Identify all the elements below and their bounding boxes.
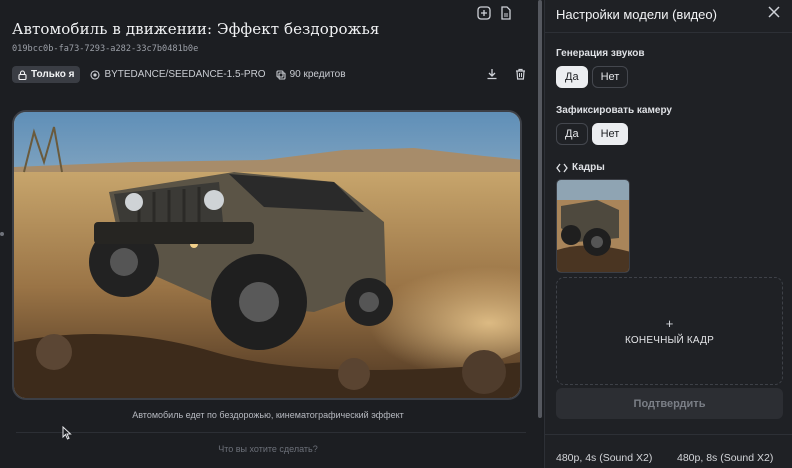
mouse-cursor-icon bbox=[62, 425, 72, 440]
fix-camera-label: Зафиксировать камеру bbox=[556, 105, 672, 116]
panel-header-divider bbox=[545, 32, 792, 33]
model-info: BYTEDANCE/SEEDANCE-1.5-PRO bbox=[90, 69, 266, 80]
trash-icon[interactable] bbox=[512, 66, 528, 82]
confirm-button[interactable]: Подтвердить bbox=[556, 388, 783, 419]
credits-icon bbox=[276, 69, 286, 80]
option-480p-4s[interactable]: 480p, 4s (Sound X2) bbox=[556, 452, 652, 464]
image-caption: Автомобиль едет по бездорожью, кинематог… bbox=[132, 410, 404, 420]
end-frame-label: КОНЕЧНЫЙ КАДР bbox=[625, 335, 714, 346]
frames-label: Кадры bbox=[572, 162, 605, 173]
offroad-car-image bbox=[14, 112, 520, 398]
media-actions bbox=[484, 66, 528, 82]
visibility-label: Только я bbox=[31, 69, 75, 80]
download-icon[interactable] bbox=[484, 66, 500, 82]
model-icon bbox=[90, 69, 100, 80]
sound-generation-label: Генерация звуков bbox=[556, 48, 645, 59]
option-480p-8s[interactable]: 480p, 8s (Sound X2) bbox=[677, 452, 773, 464]
top-actions bbox=[476, 5, 514, 21]
close-icon[interactable] bbox=[767, 5, 781, 19]
camera-yes-button[interactable]: Да bbox=[556, 123, 588, 145]
options-divider bbox=[545, 434, 792, 435]
file-icon[interactable] bbox=[498, 5, 514, 21]
left-pane: Автомобиль в движении: Эффект бездорожья… bbox=[0, 0, 542, 468]
model-settings-panel: Настройки модели (видео) Генерация звуко… bbox=[544, 0, 792, 468]
generation-id: 019bcc0b-fa73-7293-a282-33c7b0481b0e bbox=[12, 44, 199, 54]
sound-yes-button[interactable]: Да bbox=[556, 66, 588, 88]
sound-generation-toggle: Да Нет bbox=[556, 66, 629, 88]
visibility-badge[interactable]: Только я bbox=[12, 66, 81, 83]
camera-no-button[interactable]: Нет bbox=[591, 123, 629, 145]
credits-value: 90 кредитов bbox=[289, 69, 346, 80]
prompt-input[interactable]: Что вы хотите сделать? bbox=[0, 444, 536, 454]
model-name: BYTEDANCE/SEEDANCE-1.5-PRO bbox=[104, 69, 266, 80]
frames-icon bbox=[556, 163, 568, 172]
start-frame-thumbnail[interactable] bbox=[556, 179, 630, 273]
panel-title: Настройки модели (видео) bbox=[556, 7, 717, 22]
divider bbox=[16, 432, 526, 433]
video-preview[interactable] bbox=[12, 110, 522, 400]
frames-header: Кадры bbox=[556, 162, 605, 173]
resize-handle-left[interactable] bbox=[0, 232, 4, 236]
scrollbar[interactable] bbox=[538, 0, 542, 418]
sound-no-button[interactable]: Нет bbox=[591, 66, 629, 88]
end-frame-dropzone[interactable]: + КОНЕЧНЫЙ КАДР bbox=[556, 277, 783, 385]
credits-info: 90 кредитов bbox=[276, 69, 346, 80]
lock-icon bbox=[18, 69, 27, 80]
plus-icon: + bbox=[665, 316, 674, 331]
add-icon[interactable] bbox=[476, 5, 492, 21]
page-title: Автомобиль в движении: Эффект бездорожья bbox=[12, 20, 380, 38]
meta-row: Только я BYTEDANCE/SEEDANCE-1.5-PRO 90 к… bbox=[12, 66, 346, 83]
fix-camera-toggle: Да Нет bbox=[556, 123, 629, 145]
